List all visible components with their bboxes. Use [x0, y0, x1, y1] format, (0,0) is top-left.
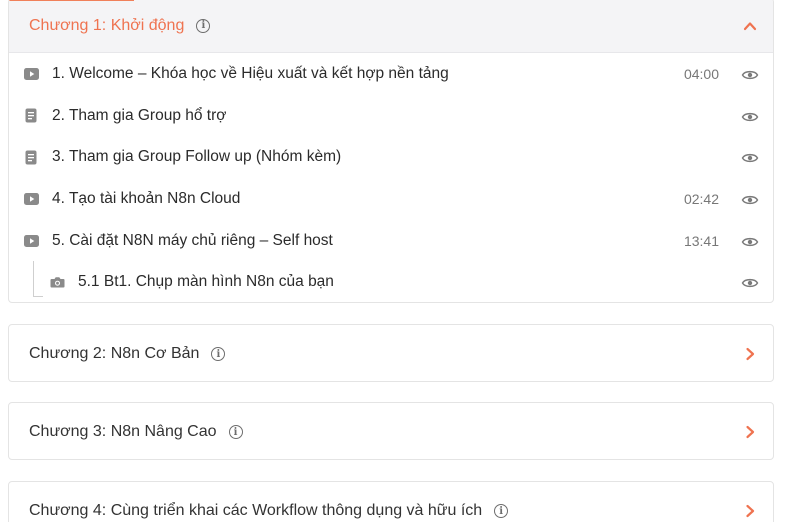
lesson-title: 2. Tham gia Group hổ trợ [52, 106, 227, 124]
eye-icon[interactable] [741, 193, 759, 205]
document-icon [23, 108, 39, 124]
chevron-right-icon[interactable] [743, 425, 757, 439]
eye-icon[interactable] [741, 110, 759, 122]
lesson-title: 5. Cài đặt N8N máy chủ riêng – Self host [52, 231, 333, 249]
lesson-title: 5.1 Bt1. Chụp màn hình N8n của bạn [78, 273, 334, 291]
chapter-title: Chương 2: N8n Cơ Bản [29, 345, 200, 362]
lesson-item[interactable]: 3. Tham gia Group Follow up (Nhóm kèm) [9, 136, 773, 178]
lesson-title: 1. Welcome – Khóa học về Hiệu xuất và kế… [52, 64, 449, 82]
lesson-title: 3. Tham gia Group Follow up (Nhóm kèm) [52, 148, 342, 166]
lesson-duration: 02:42 [683, 190, 719, 207]
lesson-item[interactable]: 5. Cài đặt N8N máy chủ riêng – Self host… [9, 220, 773, 262]
lesson-item[interactable]: 1. Welcome – Khóa học về Hiệu xuất và kế… [9, 53, 773, 95]
course-curriculum: Chương 1: Khởi động i 1. Welcome – Khóa … [0, 0, 791, 522]
eye-icon[interactable] [741, 235, 759, 247]
tree-connector [33, 261, 43, 298]
info-icon[interactable]: i [211, 347, 226, 361]
eye-icon[interactable] [741, 276, 759, 288]
active-accent-bar [9, 0, 134, 1]
info-icon[interactable]: i [196, 18, 211, 33]
eye-icon[interactable] [741, 68, 759, 80]
video-icon [23, 191, 39, 207]
lesson-duration: 13:41 [683, 232, 719, 249]
chapter-2-header[interactable]: Chương 2: N8n Cơ Bản i [9, 325, 773, 381]
chapter-2-panel[interactable]: Chương 2: N8n Cơ Bản i [8, 324, 774, 382]
video-icon [23, 66, 39, 82]
sub-lesson-item[interactable]: 5.1 Bt1. Chụp màn hình N8n của bạn [9, 261, 773, 302]
document-icon [23, 149, 39, 165]
chapter-4-panel[interactable]: Chương 4: Cùng triển khai các Workflow t… [8, 481, 774, 522]
chevron-right-icon[interactable] [743, 347, 757, 361]
lesson-list: 1. Welcome – Khóa học về Hiệu xuất và kế… [9, 53, 773, 302]
chapter-3-header[interactable]: Chương 3: N8n Nâng Cao i [9, 403, 773, 459]
video-icon [23, 233, 39, 249]
chevron-up-icon[interactable] [743, 19, 757, 33]
info-icon[interactable]: i [228, 425, 243, 439]
chapter-4-header[interactable]: Chương 4: Cùng triển khai các Workflow t… [9, 482, 773, 522]
lesson-duration: 04:00 [683, 65, 719, 82]
chapter-title: Chương 3: N8n Nâng Cao [29, 423, 217, 440]
chapter-3-panel[interactable]: Chương 3: N8n Nâng Cao i [8, 402, 774, 460]
chevron-right-icon[interactable] [743, 504, 757, 518]
lesson-item[interactable]: 4. Tạo tài khoản N8n Cloud 02:42 [9, 178, 773, 220]
lesson-title: 4. Tạo tài khoản N8n Cloud [52, 189, 241, 207]
chapter-title: Chương 1: Khởi động [29, 16, 185, 34]
lesson-item[interactable]: 2. Tham gia Group hổ trợ [9, 95, 773, 137]
eye-icon[interactable] [741, 151, 759, 163]
chapter-title: Chương 4: Cùng triển khai các Workflow t… [29, 502, 483, 519]
chapter-1-panel: Chương 1: Khởi động i 1. Welcome – Khóa … [8, 0, 774, 303]
chapter-1-header[interactable]: Chương 1: Khởi động i [9, 0, 773, 53]
camera-icon [49, 274, 65, 290]
info-icon[interactable]: i [494, 504, 509, 518]
